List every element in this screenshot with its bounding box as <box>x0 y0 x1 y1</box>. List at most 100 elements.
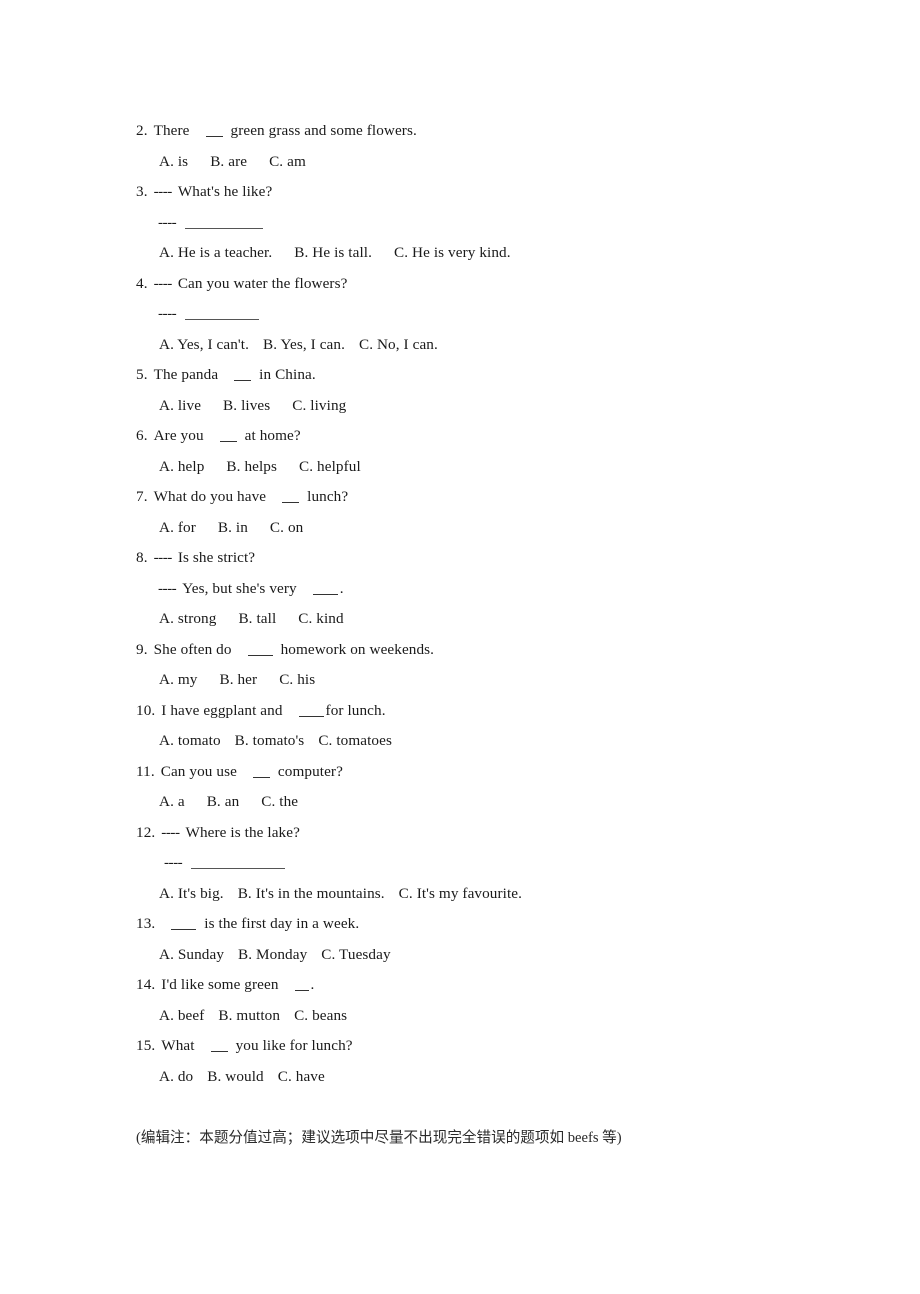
fill-in-blank <box>205 125 223 137</box>
option-b[interactable]: B. in <box>218 519 248 536</box>
option-c[interactable]: C. living <box>292 397 346 414</box>
question-text-before: The panda <box>153 366 219 383</box>
option-a[interactable]: A. my <box>159 671 197 688</box>
question-answer-line: ---- <box>136 848 776 879</box>
question-options: A. is B. are C. am <box>136 147 776 178</box>
fill-in-blank <box>247 644 273 656</box>
question-reply: ---- Yes, but she's very. <box>136 574 776 605</box>
question-number: 4. <box>136 274 148 292</box>
question-list: 2. There green grass and some flowers. A. … <box>136 116 776 1092</box>
question-text-after: for lunch. <box>325 701 386 719</box>
option-a[interactable]: A. for <box>159 519 196 536</box>
option-c[interactable]: C. kind <box>298 610 343 627</box>
question-stem: 7. What do you have lunch? <box>136 482 776 513</box>
option-b[interactable]: B. tall <box>238 610 276 627</box>
option-a[interactable]: A. tomato <box>159 732 221 749</box>
option-c[interactable]: C. beans <box>294 1007 347 1024</box>
dialogue-dash: ---- <box>158 305 177 322</box>
option-b[interactable]: B. would <box>207 1068 264 1085</box>
question-text-after: lunch? <box>307 488 349 505</box>
question-number: 11. <box>136 762 155 780</box>
question-options: A. live B. lives C. living <box>136 391 776 422</box>
option-c[interactable]: C. have <box>278 1068 325 1085</box>
question-text-before: There <box>153 122 190 139</box>
question-text-before: Can you use <box>160 762 237 780</box>
option-c[interactable]: C. his <box>279 671 315 688</box>
question-text-before: What do you have <box>153 488 267 505</box>
fill-in-blank <box>219 430 237 442</box>
question-number: 12. <box>136 823 156 841</box>
question-number: 6. <box>136 427 148 444</box>
option-b[interactable]: B. her <box>219 671 257 688</box>
question-number: 8. <box>136 549 148 566</box>
option-a[interactable]: A. beef <box>159 1007 204 1024</box>
option-c[interactable]: C. am <box>269 153 306 170</box>
question-prompt: Is she strict? <box>177 549 256 566</box>
option-b[interactable]: B. Yes, I can. <box>263 336 345 353</box>
question-options: A. help B. helps C. helpful <box>136 452 776 483</box>
option-b[interactable]: B. helps <box>226 458 277 475</box>
option-b[interactable]: B. an <box>207 793 240 810</box>
question-stem: 6. Are you at home? <box>136 421 776 452</box>
option-c[interactable]: C. the <box>261 793 298 810</box>
question-number: 14. <box>136 976 156 993</box>
option-c[interactable]: C. No, I can. <box>359 336 438 353</box>
question-text-after: green grass and some flowers. <box>230 122 417 139</box>
option-a[interactable]: A. Sunday <box>159 946 224 963</box>
option-a[interactable]: A. is <box>159 153 188 170</box>
fill-in-blank <box>252 766 270 778</box>
question-text-before: She often do <box>153 640 232 658</box>
option-c[interactable]: C. It's my favourite. <box>399 885 522 902</box>
question-options: A. strong B. tall C. kind <box>136 604 776 635</box>
fill-in-blank <box>282 491 300 503</box>
fill-in-blank <box>312 583 338 595</box>
option-a[interactable]: A. strong <box>159 610 216 627</box>
option-a[interactable]: A. a <box>159 793 185 810</box>
question-stem: 13. is the first day in a week. <box>136 909 776 940</box>
option-a[interactable]: A. He is a teacher. <box>159 244 272 261</box>
option-b[interactable]: B. lives <box>223 397 270 414</box>
question-text-after: at home? <box>244 427 301 444</box>
question-stem: 11. Can you use computer? <box>136 757 776 788</box>
option-b[interactable]: B. It's in the mountains. <box>238 885 385 902</box>
question-stem: 14. I'd like some green. <box>136 970 776 1001</box>
option-c[interactable]: C. tomatoes <box>318 732 392 749</box>
option-b[interactable]: B. mutton <box>218 1007 280 1024</box>
question-options: A. tomato B. tomato's C. tomatoes <box>136 726 776 757</box>
question-number: 3. <box>136 183 148 200</box>
dialogue-dash: ---- <box>158 213 177 231</box>
question-number: 2. <box>136 122 148 139</box>
answer-blank <box>191 857 286 869</box>
answer-blank <box>185 308 260 320</box>
option-b[interactable]: B. Monday <box>238 946 307 963</box>
option-a[interactable]: A. live <box>159 397 201 414</box>
question-prompt: Where is the lake? <box>185 823 300 841</box>
fill-in-blank <box>234 369 252 381</box>
question-text-after: homework on weekends. <box>280 640 435 658</box>
option-a[interactable]: A. do <box>159 1068 193 1085</box>
fill-in-blank <box>210 1040 228 1052</box>
option-b[interactable]: B. He is tall. <box>294 244 372 261</box>
question-stem: 3. ---- What's he like? <box>136 177 776 208</box>
question-answer-line: ---- <box>136 208 776 239</box>
question-number: 5. <box>136 366 148 383</box>
option-c[interactable]: C. helpful <box>299 458 361 475</box>
option-b[interactable]: B. tomato's <box>235 732 305 749</box>
option-a[interactable]: A. Yes, I can't. <box>159 336 249 353</box>
question-options: A. Yes, I can't. B. Yes, I can. C. No, I c… <box>136 330 776 361</box>
fill-in-blank <box>298 705 324 717</box>
dialogue-dash: ---- <box>161 823 180 841</box>
option-c[interactable]: C. on <box>270 519 303 536</box>
question-number: 10. <box>136 701 156 719</box>
question-stem: 10. I have eggplant and for lunch. <box>136 696 776 727</box>
option-a[interactable]: A. help <box>159 458 204 475</box>
question-options: A. for B. in C. on <box>136 513 776 544</box>
question-options: A. Sunday B. Monday C. Tuesday <box>136 940 776 971</box>
question-text-before: Are you <box>153 427 204 444</box>
question-stem: 9. She often do homework on weekends. <box>136 635 776 666</box>
option-a[interactable]: A. It's big. <box>159 885 224 902</box>
option-c[interactable]: C. Tuesday <box>321 946 390 963</box>
option-c[interactable]: C. He is very kind. <box>394 244 511 261</box>
option-b[interactable]: B. are <box>210 153 247 170</box>
question-stem: 12. ---- Where is the lake? <box>136 818 776 849</box>
